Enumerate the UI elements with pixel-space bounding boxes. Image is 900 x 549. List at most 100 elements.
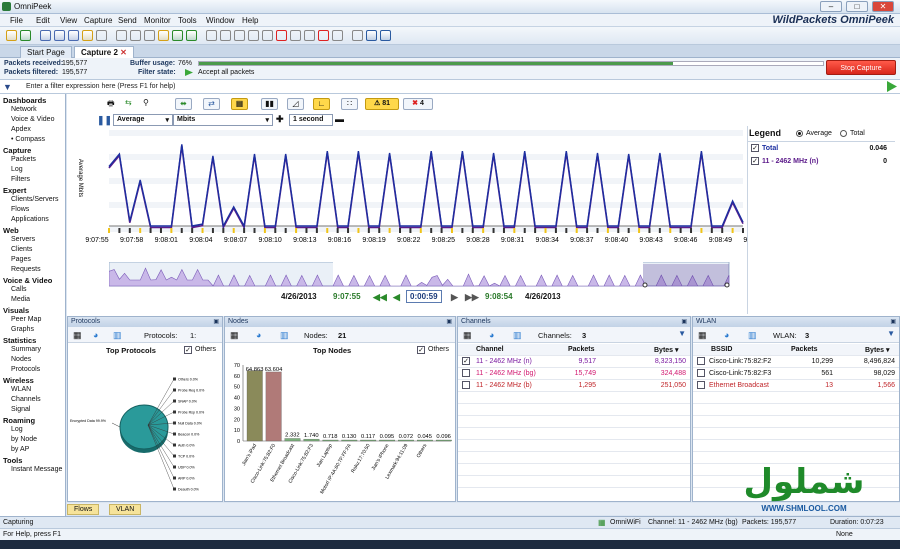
sidebar-item-wlan[interactable]: WLAN: [11, 386, 31, 393]
pie-view-icon[interactable]: ◕: [256, 330, 261, 340]
menu-item-help[interactable]: Help: [242, 16, 258, 25]
nodes-others-checkbox[interactable]: ✓: [417, 346, 425, 354]
options-icon[interactable]: [352, 30, 363, 41]
table-view-icon[interactable]: ▦: [698, 330, 707, 341]
increase-interval-icon[interactable]: ✚: [276, 114, 284, 125]
row-checkbox[interactable]: [697, 357, 705, 365]
sidebar-item-signal[interactable]: Signal: [11, 406, 30, 413]
start-icon[interactable]: [172, 30, 183, 41]
row-checkbox[interactable]: ✓: [462, 357, 470, 365]
table-row[interactable]: 11 - 2462 MHz (b) 1,295 251,050: [458, 380, 690, 392]
decode-icon[interactable]: [116, 30, 127, 41]
tab-vlan[interactable]: VLAN: [109, 504, 142, 515]
table-view-icon[interactable]: ▦: [463, 330, 472, 341]
pie-view-icon[interactable]: ◕: [93, 330, 98, 340]
pane-filter-icon[interactable]: ▼: [887, 329, 895, 338]
save-icon[interactable]: [40, 30, 51, 41]
menu-item-capture[interactable]: Capture: [84, 16, 112, 25]
settings-icon[interactable]: [206, 30, 217, 41]
sync-icon[interactable]: ⇆: [125, 98, 142, 110]
menu-item-monitor[interactable]: Monitor: [144, 16, 171, 25]
sidebar-item-compass[interactable]: • Compass: [11, 136, 45, 143]
pane-filter-icon[interactable]: ▼: [678, 329, 686, 338]
sidebar-item-by-ap[interactable]: by AP: [11, 446, 29, 453]
sidebar-item-media[interactable]: Media: [11, 296, 30, 303]
col-packets[interactable]: Packets: [791, 346, 817, 353]
sidebar-item-pages[interactable]: Pages: [11, 256, 31, 263]
tab-flows[interactable]: Flows: [67, 504, 100, 515]
sidebar-item-peer-map[interactable]: Peer Map: [11, 316, 41, 323]
refresh-icon[interactable]: [332, 30, 343, 41]
sidebar-item-clients[interactable]: Clients: [11, 246, 32, 253]
statistic-select[interactable]: Average ▾: [113, 114, 173, 126]
overview-timeline[interactable]: [109, 262, 731, 288]
legend-total-checkbox[interactable]: ✓: [751, 144, 759, 152]
close-button[interactable]: ✕: [872, 1, 894, 12]
zoom-icon[interactable]: ⬌: [175, 98, 192, 110]
tab-capture-2[interactable]: Capture 2 ✕: [74, 46, 134, 58]
legend-channel-checkbox[interactable]: ✓: [751, 157, 759, 165]
sidebar-item-channels[interactable]: Channels: [11, 396, 41, 403]
fast-forward-icon[interactable]: ▶▶: [465, 292, 479, 303]
table-view-icon[interactable]: ▦: [230, 330, 239, 341]
print-icon[interactable]: [54, 30, 65, 41]
row-checkbox[interactable]: [697, 381, 705, 389]
row-checkbox[interactable]: [462, 369, 470, 377]
scatter-chart-icon[interactable]: ∷: [341, 98, 358, 110]
sidebar-item-calls[interactable]: Calls: [11, 286, 27, 293]
sidebar-item-protocols[interactable]: Protocols: [11, 366, 40, 373]
maximize-button[interactable]: □: [846, 1, 868, 12]
pie-view-icon[interactable]: ◕: [489, 330, 494, 340]
filter-expression-input[interactable]: Enter a filter expression here (Press F1…: [26, 83, 175, 90]
col-channel[interactable]: Channel: [476, 346, 504, 353]
stop-capture-button[interactable]: Stop Capture: [826, 60, 896, 75]
radio-total[interactable]: [840, 130, 847, 137]
hex-icon[interactable]: [96, 30, 107, 41]
col-bytes[interactable]: Bytes ▾: [865, 346, 890, 354]
row-checkbox[interactable]: [697, 369, 705, 377]
unit-select[interactable]: Mbits ▾: [173, 114, 273, 126]
table-row[interactable]: Cisco-Link:75:82:F2 10,299 8,496,824: [693, 356, 899, 368]
sidebar-item-voice-video[interactable]: Voice & Video: [11, 116, 54, 123]
sidebar-item-summary[interactable]: Summary: [11, 346, 41, 353]
pie-view-icon[interactable]: ◕: [724, 330, 729, 340]
bar-view-icon[interactable]: ▥: [748, 330, 757, 341]
wifi-icon[interactable]: [318, 30, 329, 41]
copy-icon[interactable]: [68, 30, 79, 41]
warning-events-badge[interactable]: ⚠ 81: [365, 98, 399, 110]
grid-view-icon[interactable]: ▦: [231, 98, 248, 110]
find-icon[interactable]: [144, 30, 155, 41]
radio-average[interactable]: [796, 130, 803, 137]
monitor-icon[interactable]: [304, 30, 315, 41]
line-chart-icon[interactable]: ∟: [313, 98, 330, 110]
decrease-interval-icon[interactable]: ▬: [335, 114, 344, 124]
interval-field[interactable]: 1 second: [289, 114, 333, 126]
filter-funnel-icon[interactable]: ▼: [3, 82, 12, 92]
insert-icon[interactable]: [82, 30, 93, 41]
bar-view-icon[interactable]: ▥: [113, 330, 122, 341]
col-bytes[interactable]: Bytes ▾: [654, 346, 679, 354]
sidebar-item-clients-servers[interactable]: Clients/Servers: [11, 196, 58, 203]
sidebar-item-servers[interactable]: Servers: [11, 236, 35, 243]
menu-item-file[interactable]: File: [10, 16, 23, 25]
close-tab-icon[interactable]: ✕: [120, 48, 127, 57]
stats-icon[interactable]: [290, 30, 301, 41]
graph-icon[interactable]: [262, 30, 273, 41]
help-icon[interactable]: [366, 30, 377, 41]
sidebar-item-flows[interactable]: Flows: [11, 206, 29, 213]
open-capture-icon[interactable]: [6, 30, 17, 41]
sidebar-item-requests[interactable]: Requests: [11, 266, 41, 273]
menu-item-send[interactable]: Send: [118, 16, 137, 25]
sidebar-item-log[interactable]: Log: [11, 426, 23, 433]
pause-icon[interactable]: ❚❚: [97, 115, 112, 126]
area-chart-icon[interactable]: ◿: [287, 98, 304, 110]
swap-icon[interactable]: ⇄: [203, 98, 220, 110]
menu-item-view[interactable]: View: [60, 16, 77, 25]
disk-icon[interactable]: [276, 30, 287, 41]
scissors-icon[interactable]: [248, 30, 259, 41]
sidebar-item-apdex[interactable]: Apdex: [11, 126, 31, 133]
expand-icon[interactable]: ▣: [681, 317, 687, 327]
expand-icon[interactable]: ▣: [213, 317, 219, 327]
step-back-icon[interactable]: ◀: [393, 292, 400, 303]
error-events-badge[interactable]: ✖ 4: [403, 98, 433, 110]
